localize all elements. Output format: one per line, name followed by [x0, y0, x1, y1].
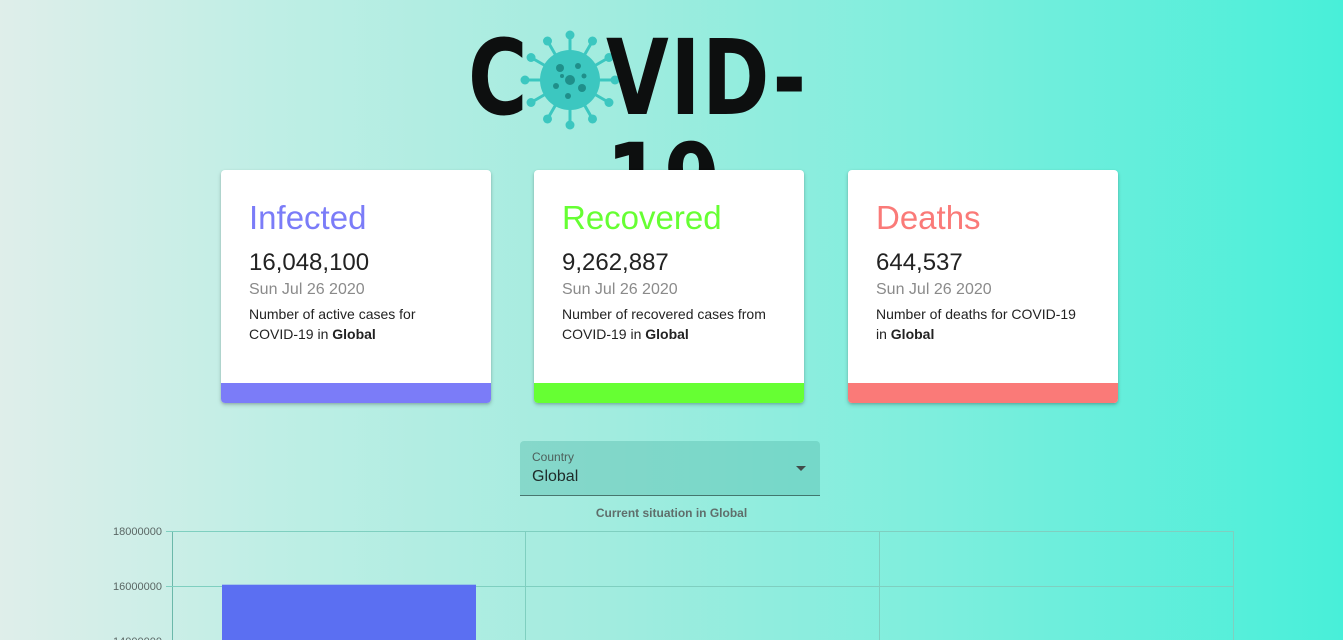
chart-title: Current situation in Global [595, 506, 748, 520]
country-select[interactable]: Country Global [520, 441, 820, 496]
virus-icon [520, 30, 620, 130]
infected-date: Sun Jul 26 2020 [249, 281, 365, 298]
country-select-value: Global [532, 468, 579, 485]
recovered-color-bar [534, 383, 804, 403]
dropdown-arrow-icon[interactable] [796, 466, 806, 471]
deaths-color-bar [848, 383, 1118, 403]
infected-bar [222, 584, 476, 640]
deaths-count: 644,537 [876, 249, 963, 276]
infected-color-bar [221, 383, 491, 403]
recovered-region: Global [645, 326, 689, 342]
country-select-label: Country [532, 450, 575, 464]
recovered-date: Sun Jul 26 2020 [562, 281, 678, 298]
infected-region: Global [332, 326, 376, 342]
y-tick-label: 14000000 [113, 636, 162, 640]
recovered-description: Number of recovered cases from COVID-19 … [562, 306, 766, 342]
recovered-count: 9,262,887 [562, 249, 669, 276]
deaths-region: Global [890, 326, 935, 342]
infected-count: 16,048,100 [249, 249, 370, 276]
y-tick-label: 18000000 [113, 526, 162, 538]
infected-description: Number of active cases for COVID-19 in G… [249, 306, 416, 342]
deaths-description: Number of deaths for COVID-19 in Global [876, 306, 1076, 342]
deaths-date: Sun Jul 26 2020 [876, 281, 992, 298]
situation-bar-chart: 18000000 16000000 14000000 [113, 526, 1234, 640]
deaths-title: Deaths [876, 199, 981, 236]
infected-title: Infected [249, 199, 367, 236]
recovered-title: Recovered [562, 199, 722, 236]
covid19-logo: C VID-19 [468, 26, 878, 234]
deaths-card: Deaths 644,537 Sun Jul 26 2020 Number of… [848, 170, 1118, 403]
y-tick-label: 16000000 [113, 581, 162, 593]
recovered-card: Recovered 9,262,887 Sun Jul 26 2020 Numb… [534, 170, 804, 403]
infected-card: Infected 16,048,100 Sun Jul 26 2020 Numb… [221, 170, 491, 403]
